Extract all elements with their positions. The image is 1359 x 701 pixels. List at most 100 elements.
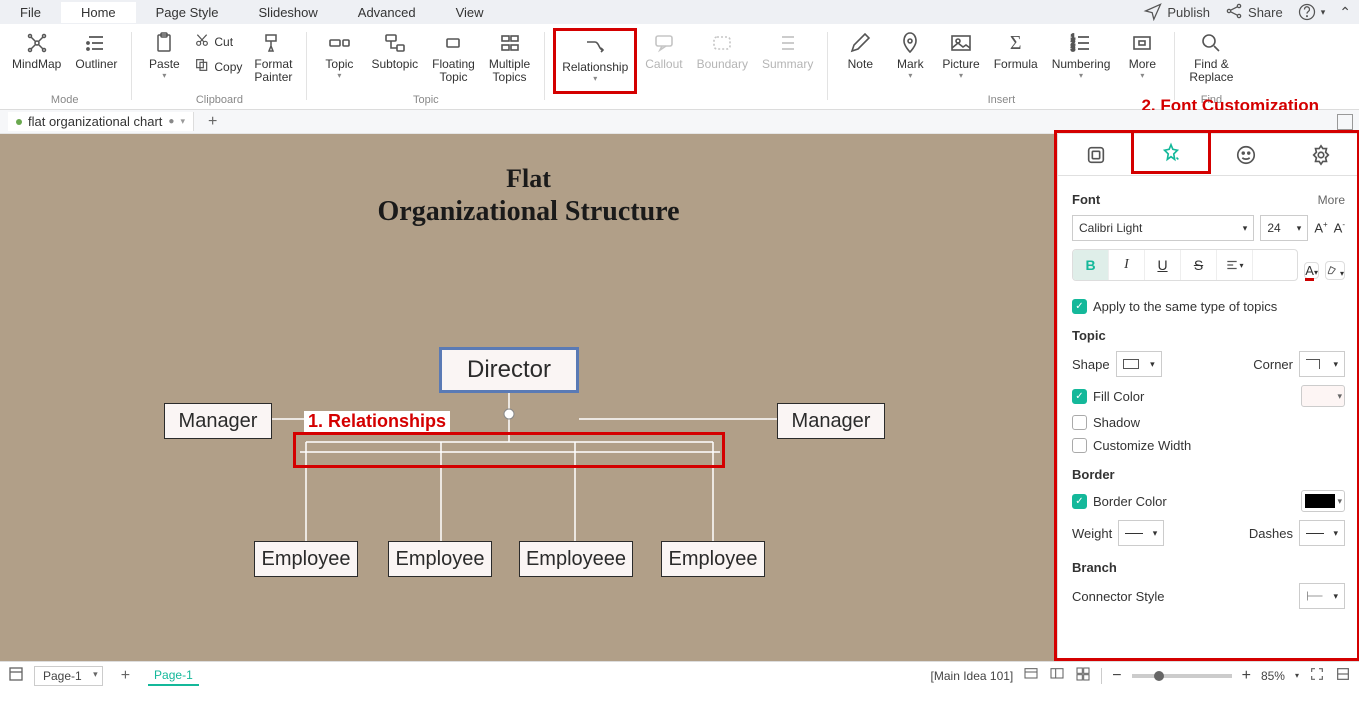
zoom-in-button[interactable]: + (1242, 667, 1251, 685)
find-replace-button[interactable]: Find & Replace (1183, 28, 1239, 94)
boundary-button[interactable]: Boundary (691, 28, 754, 94)
paste-button[interactable]: Paste ▾ (140, 28, 188, 94)
panel-tab-settings[interactable] (1293, 136, 1349, 174)
node-employee-4-label: Employee (669, 548, 758, 571)
floating-topic-button[interactable]: Floating Topic (426, 28, 481, 94)
fullscreen-button[interactable] (1309, 666, 1325, 685)
dashes-select[interactable]: ▾ (1299, 520, 1345, 546)
menu-view[interactable]: View (436, 2, 504, 23)
picture-button[interactable]: Picture ▾ (936, 28, 985, 94)
node-director[interactable]: Director (439, 347, 579, 393)
outliner-button[interactable]: Outliner (69, 28, 123, 94)
view-mode-3-icon[interactable] (1075, 666, 1091, 685)
mark-button[interactable]: Mark ▾ (886, 28, 934, 94)
share-button[interactable]: Share (1224, 1, 1283, 24)
page-select[interactable]: Page-1 (34, 666, 103, 686)
shape-label: Shape (1072, 357, 1110, 372)
border-color-checkbox[interactable]: ✓ (1072, 494, 1087, 509)
customize-width-checkbox[interactable] (1072, 438, 1087, 453)
mindmap-button[interactable]: MindMap (6, 28, 67, 94)
collapse-ribbon-button[interactable]: ⌃ (1339, 4, 1351, 21)
more-icon (1129, 30, 1155, 56)
format-painter-label: Format Painter (254, 58, 292, 84)
callout-button[interactable]: Callout (639, 28, 688, 94)
more-label: More (1129, 58, 1156, 71)
boundary-icon (709, 30, 735, 56)
sidebar-toggle-button[interactable] (1337, 114, 1353, 130)
font-section-header: Font (1072, 192, 1100, 207)
menu-file[interactable]: File (0, 2, 61, 23)
chart-title-2: Organizational Structure (0, 196, 1057, 228)
align-button[interactable]: ▾ (1217, 250, 1253, 280)
panel-tab-style[interactable] (1143, 136, 1199, 174)
node-employee-4[interactable]: Employee (661, 541, 765, 577)
subtopic-button[interactable]: Subtopic (365, 28, 424, 94)
shadow-checkbox[interactable] (1072, 415, 1087, 430)
highlight-color-button[interactable]: ▾ (1325, 261, 1345, 280)
bold-button[interactable]: B (1073, 250, 1109, 280)
font-more-button[interactable]: More (1318, 193, 1345, 207)
fill-color-checkbox[interactable]: ✓ (1072, 389, 1087, 404)
decrease-font-button[interactable]: A- (1334, 220, 1345, 235)
weight-select[interactable]: ▾ (1118, 520, 1164, 546)
doc-dropdown-icon[interactable]: ▾ (180, 116, 185, 127)
view-mode-1-icon[interactable] (1023, 666, 1039, 685)
node-employee-3[interactable]: Employeee (519, 541, 633, 577)
font-family-select[interactable]: Calibri Light▾ (1072, 215, 1254, 241)
numbering-button[interactable]: 123 Numbering ▾ (1046, 28, 1117, 94)
panel-tab-icon[interactable] (1218, 136, 1274, 174)
font-size-select[interactable]: 24▾ (1260, 215, 1308, 241)
highlight-relationships-area (293, 432, 725, 468)
fit-button[interactable] (1335, 666, 1351, 685)
apply-same-checkbox[interactable]: ✓ (1072, 299, 1087, 314)
subtopic-label: Subtopic (371, 58, 418, 71)
fill-color-swatch[interactable]: ▾ (1301, 385, 1345, 407)
strikethrough-button[interactable]: S (1181, 250, 1217, 280)
format-panel: FontMore Calibri Light▾ 24▾ A+ A- B I U … (1057, 134, 1359, 661)
outline-view-icon[interactable] (8, 666, 24, 685)
zoom-out-button[interactable]: − (1112, 667, 1121, 685)
relationship-button[interactable]: Relationship ▾ (553, 28, 637, 94)
menu-page-style[interactable]: Page Style (136, 2, 239, 23)
corner-select[interactable]: ▾ (1299, 351, 1345, 377)
copy-button[interactable]: Copy (190, 55, 246, 78)
multiple-topics-button[interactable]: Multiple Topics (483, 28, 536, 94)
menu-slideshow[interactable]: Slideshow (239, 2, 338, 23)
font-size-value: 24 (1267, 221, 1280, 235)
font-color-button[interactable]: A▾ (1304, 262, 1319, 279)
share-label: Share (1248, 5, 1283, 20)
border-color-swatch[interactable]: ▾ (1301, 490, 1345, 512)
picture-label: Picture (942, 58, 979, 71)
format-painter-button[interactable]: Format Painter (248, 28, 298, 94)
node-manager-left[interactable]: Manager (164, 403, 272, 439)
document-tab[interactable]: flat organizational chart ● ▾ (8, 112, 194, 131)
formula-button[interactable]: Σ Formula (988, 28, 1044, 94)
view-mode-2-icon[interactable] (1049, 666, 1065, 685)
increase-font-button[interactable]: A+ (1314, 220, 1327, 235)
italic-button[interactable]: I (1109, 250, 1145, 280)
menu-home[interactable]: Home (61, 2, 136, 23)
cut-button[interactable]: Cut (190, 30, 246, 53)
node-employee-1[interactable]: Employee (254, 541, 358, 577)
topic-section-header: Topic (1072, 328, 1106, 343)
weight-label: Weight (1072, 526, 1112, 541)
menu-advanced[interactable]: Advanced (338, 2, 436, 23)
zoom-slider[interactable] (1132, 674, 1232, 678)
publish-button[interactable]: Publish (1143, 1, 1210, 24)
panel-tab-layout[interactable] (1068, 136, 1124, 174)
add-page-button[interactable]: + (113, 667, 138, 685)
shape-select[interactable]: ▾ (1116, 351, 1162, 377)
page-tab-1[interactable]: Page-1 (148, 666, 199, 686)
node-manager-right[interactable]: Manager (777, 403, 885, 439)
underline-button[interactable]: U (1145, 250, 1181, 280)
connector-style-select[interactable]: ▾ (1299, 583, 1345, 609)
more-button[interactable]: More ▾ (1118, 28, 1166, 94)
summary-button[interactable]: Summary (756, 28, 819, 94)
topic-button[interactable]: Topic ▾ (315, 28, 363, 94)
new-tab-button[interactable]: + (202, 113, 223, 131)
outliner-icon (83, 30, 109, 56)
canvas-area[interactable]: Flat Organizational Structure Director M… (0, 134, 1057, 661)
note-button[interactable]: Note (836, 28, 884, 94)
node-employee-2[interactable]: Employee (388, 541, 492, 577)
help-button[interactable]: ▾ (1297, 2, 1326, 22)
